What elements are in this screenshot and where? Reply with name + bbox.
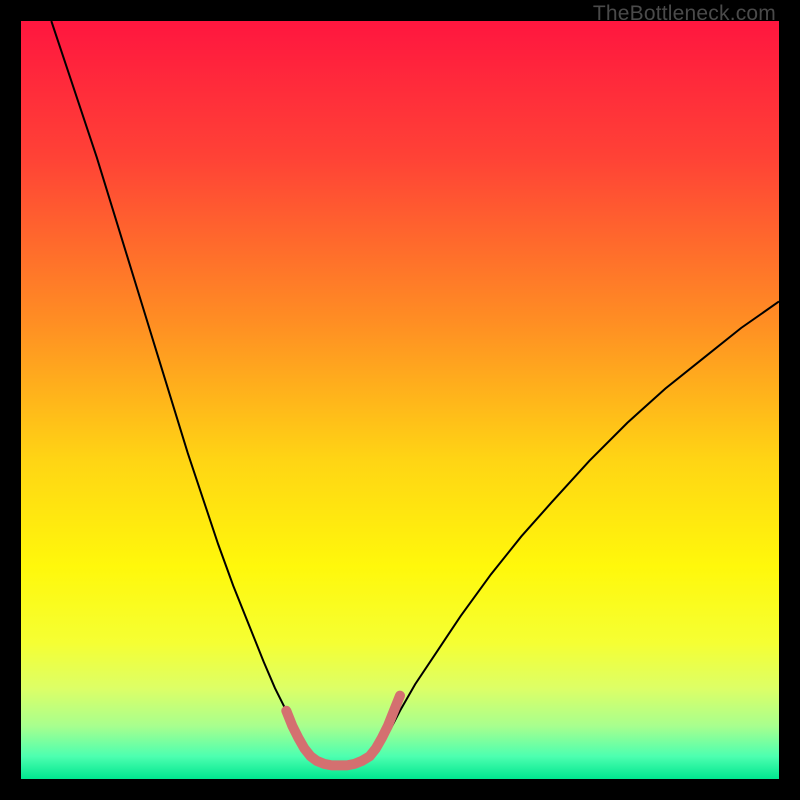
bottleneck-curve-left <box>51 21 309 756</box>
curve-svg <box>21 21 779 779</box>
bottleneck-curve-right <box>373 301 779 756</box>
optimal-zone <box>286 696 400 766</box>
plot-area <box>21 21 779 779</box>
watermark-text: TheBottleneck.com <box>593 2 776 26</box>
chart-frame: TheBottleneck.com <box>0 0 800 800</box>
